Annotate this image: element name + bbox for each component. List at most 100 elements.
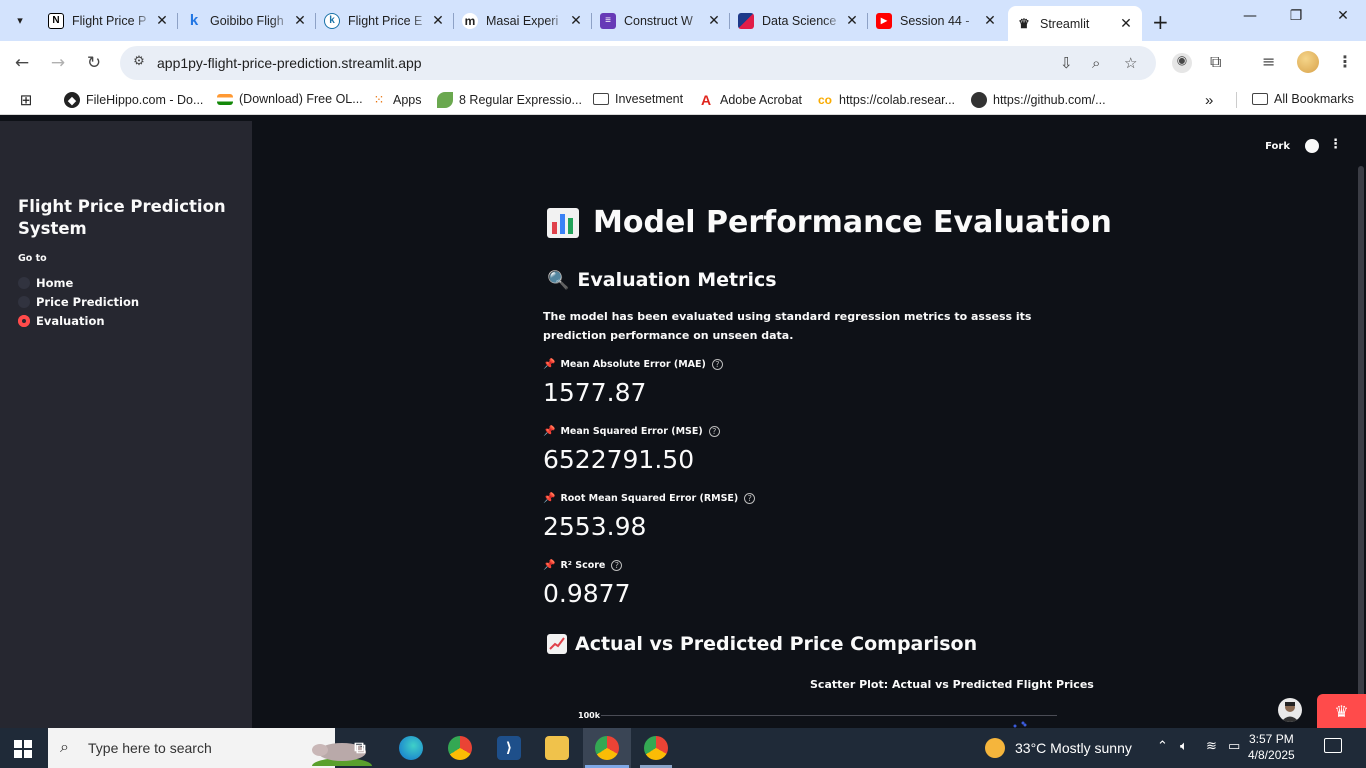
radio-label: Home (36, 276, 74, 290)
minimize-icon[interactable]: — (1227, 8, 1273, 24)
profile-avatar[interactable] (1297, 51, 1319, 73)
chrome-menu-icon[interactable]: ⋮ (1337, 52, 1353, 71)
tab-7[interactable]: ▶ Session 44 - ✕ (868, 6, 1006, 35)
bookmark-github[interactable]: https://github.com/... (971, 92, 1106, 108)
github-icon[interactable] (1305, 139, 1319, 153)
forward-arrow-icon[interactable]: → (47, 53, 69, 73)
tab-title: Construct W (624, 13, 693, 28)
wifi-icon[interactable]: ≋ (1206, 739, 1217, 754)
metric-value-mse: 6522791.50 (543, 445, 695, 474)
chrome-profile-2-icon[interactable] (644, 736, 668, 760)
back-arrow-icon[interactable]: ← (11, 53, 33, 73)
chrome-icon[interactable] (448, 736, 472, 760)
taskbar-search[interactable]: ⌕ Type here to search (48, 728, 372, 768)
radio-price-prediction[interactable]: Price Prediction (18, 295, 139, 309)
tab-title: Streamlit (1040, 16, 1090, 31)
tab-6[interactable]: Data Science ✕ (730, 6, 868, 35)
media-control-icon[interactable]: ≡ (1262, 52, 1275, 71)
radio-dot (18, 277, 30, 289)
bookmarks-bar: ⊞ ◆ FileHippo.com - Do... (Download) Fre… (0, 85, 1366, 115)
tray-chevron-icon[interactable]: ⌃ (1157, 739, 1168, 754)
bookmark-folder-investment[interactable]: Invesetment (593, 92, 683, 106)
close-tab-icon[interactable]: ✕ (706, 12, 722, 29)
acrobat-icon: A (700, 92, 712, 108)
radio-evaluation[interactable]: Evaluation (18, 314, 105, 328)
restore-icon[interactable]: ❐ (1273, 8, 1319, 24)
close-tab-icon[interactable]: ✕ (430, 12, 446, 29)
streamlit-crown-icon[interactable]: ♛ (1317, 694, 1366, 728)
main-menu-icon[interactable]: ⋮ (1329, 137, 1342, 152)
vscode-icon[interactable]: ⟩ (497, 736, 521, 760)
help-icon[interactable]: ? (711, 359, 723, 370)
new-tab-icon[interactable]: + (1152, 10, 1169, 34)
scrollbar[interactable] (1358, 166, 1364, 726)
reload-icon[interactable]: ↻ (83, 53, 105, 73)
extension-icon[interactable]: ◉ (1172, 53, 1192, 73)
tab-5[interactable]: ≡ Construct W ✕ (592, 6, 730, 35)
url-text[interactable]: app1py-flight-price-prediction.streamlit… (157, 55, 422, 71)
all-bookmarks-folder[interactable]: All Bookmarks (1252, 92, 1354, 106)
bookmark-acrobat[interactable]: A Adobe Acrobat (698, 92, 802, 108)
line-chart-icon (547, 634, 567, 654)
windows-start-icon[interactable] (14, 740, 32, 758)
help-icon[interactable]: ? (744, 493, 756, 504)
metric-label-text: Root Mean Squared Error (RMSE) (560, 493, 739, 504)
tab-search-icon[interactable]: ▾ (8, 8, 32, 32)
close-tab-icon[interactable]: ✕ (844, 12, 860, 29)
zoom-icon[interactable]: ⌕ (1092, 54, 1100, 72)
site-info-icon[interactable]: ⚙ (130, 54, 148, 72)
tab-title: Masai Experi (486, 13, 559, 28)
fork-button[interactable]: Fork (1265, 141, 1290, 152)
radio-home[interactable]: Home (18, 276, 73, 290)
pin-icon: 📌 (543, 359, 556, 370)
radio-label: Price Prediction (36, 295, 140, 309)
help-icon[interactable]: ? (611, 560, 623, 571)
notifications-icon[interactable] (1324, 738, 1342, 753)
close-tab-icon[interactable]: ✕ (292, 12, 308, 29)
apps-shortcut-icon[interactable]: ⊞ (18, 92, 40, 109)
more-bookmarks-icon[interactable]: » (1205, 92, 1213, 109)
divider (1236, 92, 1237, 108)
extensions-puzzle-icon[interactable]: ⧉ (1210, 52, 1221, 72)
tab-2[interactable]: k Goibibo Fligh ✕ (178, 6, 316, 35)
streamlit-app: Flight Price Prediction System Go to Hom… (0, 121, 1366, 728)
tab-4[interactable]: m Masai Experi ✕ (454, 6, 592, 35)
metric-label-mae: 📌 Mean Absolute Error (MAE) ? (543, 359, 723, 370)
battery-icon[interactable]: ▭ (1228, 739, 1240, 754)
help-icon[interactable]: ? (708, 426, 720, 437)
install-app-icon[interactable]: ⇩ (1060, 54, 1073, 72)
close-tab-icon[interactable]: ✕ (568, 12, 584, 29)
tab-title: Goibibo Fligh (210, 13, 284, 28)
close-tab-icon[interactable]: ✕ (154, 12, 170, 29)
plot-title: Scatter Plot: Actual vs Predicted Flight… (810, 678, 1094, 691)
tab-8-active[interactable]: ♛ Streamlit ✕ (1008, 6, 1142, 41)
metric-label-mse: 📌 Mean Squared Error (MSE) ? (543, 426, 720, 437)
weather-text[interactable]: 33°C Mostly sunny (1015, 740, 1132, 756)
close-tab-icon[interactable]: ✕ (982, 12, 998, 29)
page-title: Model Performance Evaluation (547, 205, 1112, 240)
close-tab-icon[interactable]: ✕ (1118, 15, 1134, 32)
bookmark-regex[interactable]: 8 Regular Expressio... (437, 92, 582, 108)
close-window-icon[interactable]: ✕ (1320, 8, 1366, 24)
bookmark-download[interactable]: (Download) Free OL... (217, 92, 363, 106)
edge-icon[interactable] (399, 736, 423, 760)
file-explorer-icon[interactable] (545, 736, 569, 760)
bookmark-apps[interactable]: ⁙ Apps (371, 92, 422, 108)
clock[interactable]: 3:57 PM 4/8/2025 (1248, 731, 1295, 763)
chrome-profile-icon[interactable] (595, 736, 619, 760)
bookmark-colab[interactable]: co https://colab.resear... (817, 92, 955, 108)
streamlit-icon: ♛ (1018, 15, 1030, 31)
user-avatar[interactable] (1278, 698, 1302, 722)
masai-icon: m (462, 12, 478, 29)
bookmark-filehippo[interactable]: ◆ FileHippo.com - Do... (64, 92, 203, 108)
weather-sun-icon[interactable] (985, 738, 1005, 758)
browser-toolbar: ← → ↻ ⚙ app1py-flight-price-prediction.s… (0, 41, 1366, 85)
volume-icon[interactable]: 🔈︎ (1180, 739, 1188, 754)
task-view-icon[interactable]: ⧉ (348, 736, 372, 760)
tab-1[interactable]: N Flight Price P ✕ (40, 6, 178, 35)
radio-dot (18, 296, 30, 308)
tab-3[interactable]: k Flight Price E ✕ (316, 6, 454, 35)
bookmark-star-icon[interactable]: ☆ (1124, 54, 1137, 72)
bookmark-label: Invesetment (615, 92, 684, 106)
address-bar[interactable]: ⚙ app1py-flight-price-prediction.streaml… (120, 46, 1156, 80)
